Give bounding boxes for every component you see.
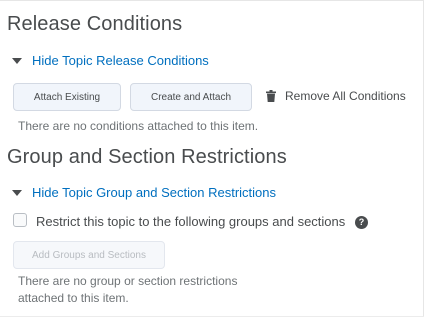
no-group-restrictions-note: There are no group or section restrictio…: [18, 273, 237, 307]
remove-all-conditions-label: Remove All Conditions: [285, 89, 406, 103]
hide-release-conditions-label: Hide Topic Release Conditions: [32, 53, 209, 68]
help-icon[interactable]: ?: [355, 216, 368, 229]
release-conditions-heading: Release Conditions: [7, 13, 183, 35]
hide-group-restrictions-toggle[interactable]: Hide Topic Group and Section Restriction…: [12, 185, 276, 200]
no-group-restrictions-line2: attached to this item.: [18, 291, 129, 305]
restrict-topic-label: Restrict this topic to the following gro…: [36, 214, 346, 229]
top-divider: [0, 0, 424, 1]
trash-icon: [266, 90, 276, 102]
caret-down-icon: [12, 58, 22, 64]
add-groups-and-sections-button[interactable]: Add Groups and Sections: [13, 241, 165, 269]
hide-group-restrictions-label: Hide Topic Group and Section Restriction…: [32, 185, 276, 200]
attach-existing-button[interactable]: Attach Existing: [13, 83, 121, 111]
group-section-restrictions-heading: Group and Section Restrictions: [7, 146, 287, 168]
no-group-restrictions-line1: There are no group or section restrictio…: [18, 274, 238, 288]
caret-down-icon: [12, 190, 22, 196]
restrict-topic-checkbox[interactable]: [13, 213, 27, 227]
no-conditions-note: There are no conditions attached to this…: [18, 119, 259, 133]
create-and-attach-button[interactable]: Create and Attach: [130, 83, 252, 111]
hide-release-conditions-toggle[interactable]: Hide Topic Release Conditions: [12, 53, 209, 68]
remove-all-conditions-button[interactable]: Remove All Conditions: [266, 89, 406, 103]
